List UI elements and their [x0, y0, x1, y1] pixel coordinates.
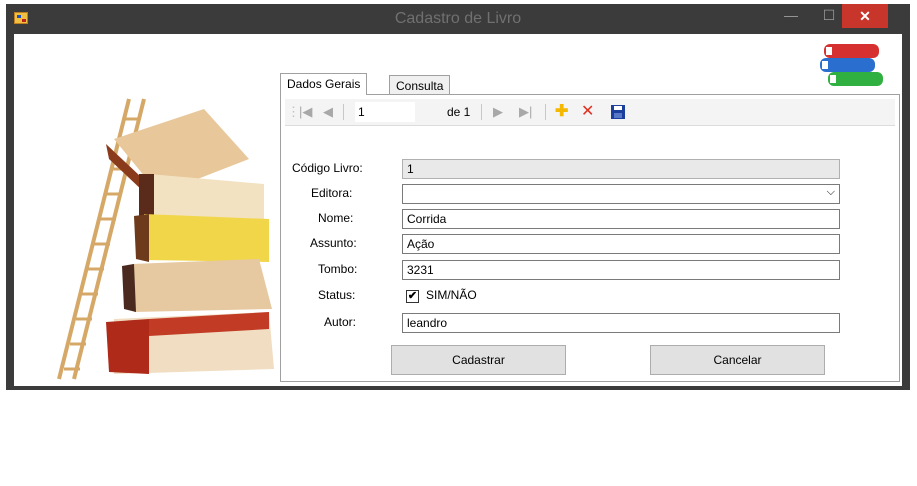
position-input[interactable] [355, 102, 415, 122]
tab-dados-gerais[interactable]: Dados Gerais [280, 73, 368, 95]
assunto-field[interactable] [402, 234, 840, 254]
status-checkbox-label[interactable]: SIM/NÃO [426, 288, 477, 302]
delete-icon[interactable]: ✕ [581, 104, 594, 120]
assunto-label: Assunto: [310, 236, 357, 250]
books-ladder-illustration [57, 98, 274, 380]
nome-label: Nome: [318, 211, 354, 225]
form-client-area: Dados Gerais Consulta ⋮ |◀ ◀ de 1 ▶ ▶| ✚… [14, 34, 902, 386]
cancelar-button[interactable]: Cancelar [650, 345, 825, 375]
move-next-icon[interactable]: ▶ [493, 104, 503, 120]
status-checkbox[interactable]: ✔ [406, 290, 419, 303]
books-logo-icon [820, 44, 883, 86]
editora-label: Editora: [311, 186, 353, 200]
move-first-icon[interactable]: |◀ [299, 104, 312, 120]
status-label: Status: [318, 288, 356, 302]
autor-field[interactable] [402, 313, 840, 333]
cadastrar-button[interactable]: Cadastrar [391, 345, 566, 375]
minimize-button[interactable]: — [776, 4, 806, 28]
title-bar[interactable]: Cadastro de Livro — ☐ ✕ [6, 4, 910, 34]
move-last-icon[interactable]: ▶| [519, 104, 532, 120]
close-button[interactable]: ✕ [842, 4, 888, 28]
maximize-button[interactable]: ☐ [814, 4, 844, 28]
binding-navigator: ⋮ |◀ ◀ de 1 ▶ ▶| ✚ ✕ [285, 99, 895, 126]
save-icon[interactable] [611, 105, 625, 119]
tombo-label: Tombo: [318, 262, 358, 276]
window-title: Cadastro de Livro [394, 10, 522, 27]
count-label: de 1 [447, 105, 471, 119]
codigo-field[interactable] [402, 159, 840, 179]
editora-select[interactable]: ⌵ [402, 184, 840, 204]
chevron-down-icon[interactable]: ⌵ [827, 186, 835, 199]
autor-label: Autor: [324, 315, 357, 329]
app-window: Cadastro de Livro — ☐ ✕ Dados Gerais Con… [6, 4, 910, 390]
nome-field[interactable] [402, 209, 840, 229]
tombo-field[interactable] [402, 260, 840, 280]
move-previous-icon[interactable]: ◀ [323, 104, 333, 120]
codigo-label: Código Livro: [292, 161, 363, 175]
add-new-icon[interactable]: ✚ [555, 104, 568, 120]
tab-consulta[interactable]: Consulta [389, 75, 451, 95]
